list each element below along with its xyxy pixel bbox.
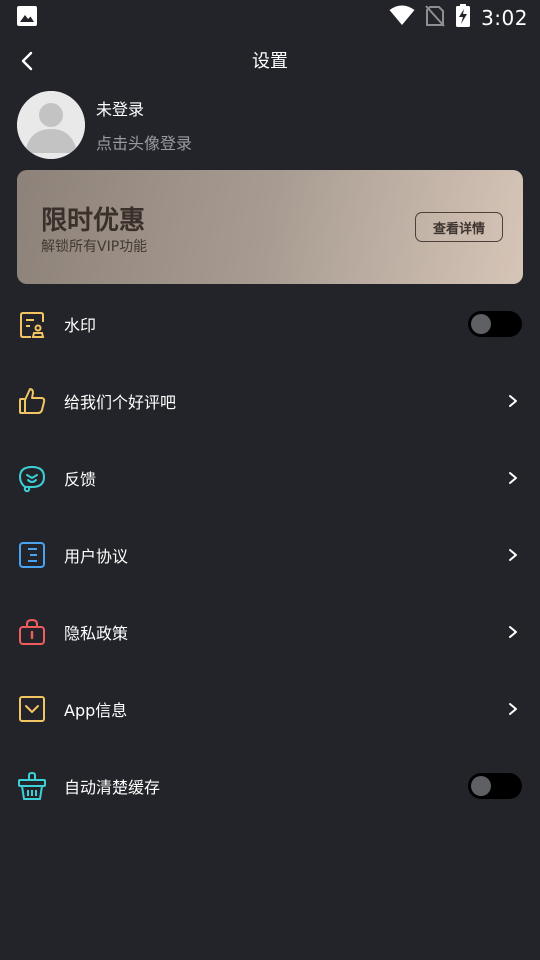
menu-item-feedback[interactable]: 反馈 <box>0 439 540 516</box>
menu-label: 水印 <box>64 315 97 335</box>
toggle-knob <box>471 775 491 796</box>
thumbs-up-icon <box>19 387 46 414</box>
watermark-toggle[interactable] <box>468 310 522 337</box>
title-bar: 设置 <box>0 40 540 80</box>
login-hint: 点击头像登录 <box>96 134 193 153</box>
lock-icon <box>19 618 45 645</box>
profile-name: 未登录 <box>96 100 145 119</box>
gallery-notification-icon <box>16 5 38 31</box>
chevron-right-icon <box>509 471 517 484</box>
basket-icon <box>18 771 46 800</box>
feedback-icon <box>18 465 46 492</box>
default-user-icon <box>17 91 85 159</box>
view-details-button[interactable]: 查看详情 <box>415 212 503 242</box>
promo-subtitle: 解锁所有VIP功能 <box>41 239 148 255</box>
menu-label: 隐私政策 <box>64 623 129 643</box>
menu-label: App信息 <box>64 700 128 720</box>
info-box-icon <box>19 695 45 722</box>
status-bar: 3:02 <box>0 0 540 36</box>
menu-item-app-info[interactable]: App信息 <box>0 670 540 747</box>
wifi-icon <box>389 5 415 31</box>
chevron-right-icon <box>509 702 517 715</box>
profile-section: 未登录 点击头像登录 <box>17 91 417 159</box>
toggle-knob <box>471 313 491 334</box>
battery-charging-icon <box>455 4 471 32</box>
menu-label: 自动清楚缓存 <box>64 777 161 797</box>
menu-label: 给我们个好评吧 <box>64 392 177 412</box>
settings-menu: 水印 给我们个好评吧 反馈 用户协议 隐私政策 App信息 自动清楚缓存 <box>0 285 540 824</box>
chevron-right-icon <box>509 394 517 407</box>
auto-clear-cache-toggle[interactable] <box>468 772 522 799</box>
back-button[interactable] <box>14 48 40 74</box>
menu-item-watermark[interactable]: 水印 <box>0 285 540 362</box>
menu-item-user-agreement[interactable]: 用户协议 <box>0 516 540 593</box>
menu-item-auto-clear-cache[interactable]: 自动清楚缓存 <box>0 747 540 824</box>
menu-label: 用户协议 <box>64 546 129 566</box>
menu-item-rate-us[interactable]: 给我们个好评吧 <box>0 362 540 439</box>
menu-label: 反馈 <box>64 469 97 489</box>
chevron-right-icon <box>509 548 517 561</box>
page-title: 设置 <box>252 51 288 72</box>
no-sim-icon <box>425 5 445 31</box>
promo-title: 限时优惠 <box>41 206 146 236</box>
avatar[interactable] <box>17 91 85 159</box>
chevron-right-icon <box>509 625 517 638</box>
vip-promo-banner[interactable]: 限时优惠 解锁所有VIP功能 查看详情 <box>17 170 523 284</box>
chevron-left-icon <box>21 51 33 71</box>
status-time: 3:02 <box>481 6 528 30</box>
status-icons: 3:02 <box>389 4 528 32</box>
document-icon <box>19 541 45 568</box>
watermark-icon <box>20 311 45 338</box>
menu-item-privacy-policy[interactable]: 隐私政策 <box>0 593 540 670</box>
